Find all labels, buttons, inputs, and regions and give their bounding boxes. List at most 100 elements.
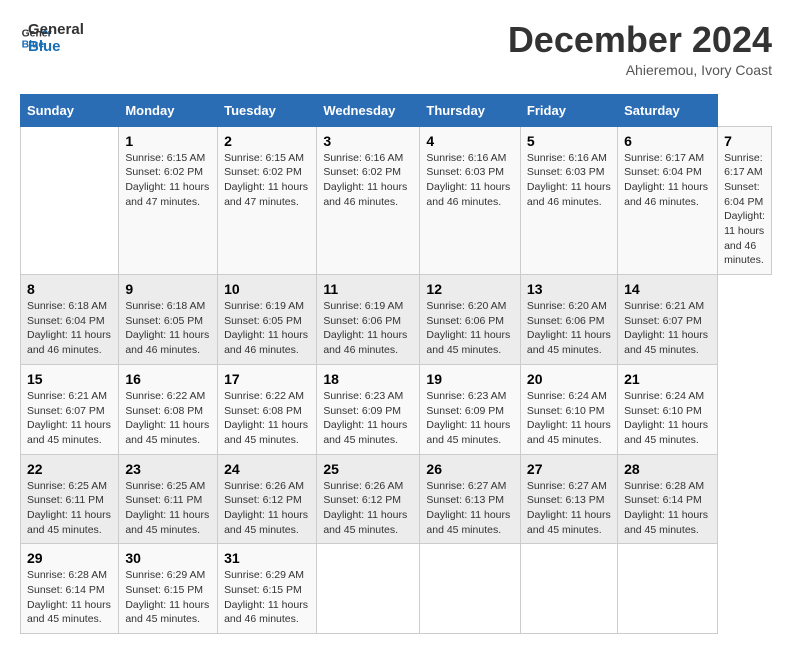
day-info: Sunrise: 6:23 AMSunset: 6:09 PMDaylight:… <box>426 390 510 446</box>
header-monday: Monday <box>119 94 218 126</box>
day-number: 2 <box>224 133 310 149</box>
day-cell-26: 26 Sunrise: 6:27 AMSunset: 6:13 PMDayligh… <box>420 454 521 544</box>
day-cell-19: 19 Sunrise: 6:23 AMSunset: 6:09 PMDayligh… <box>420 364 521 454</box>
day-number: 27 <box>527 461 611 477</box>
day-info: Sunrise: 6:29 AMSunset: 6:15 PMDaylight:… <box>224 569 308 625</box>
day-cell-13: 13 Sunrise: 6:20 AMSunset: 6:06 PMDayligh… <box>520 275 617 365</box>
day-cell-18: 18 Sunrise: 6:23 AMSunset: 6:09 PMDayligh… <box>317 364 420 454</box>
day-number: 26 <box>426 461 514 477</box>
month-title: December 2024 <box>508 20 772 60</box>
day-info: Sunrise: 6:18 AMSunset: 6:05 PMDaylight:… <box>125 300 209 356</box>
logo-line1: General <box>28 22 84 39</box>
day-cell-1: 1Sunrise: 6:15 AMSunset: 6:02 PMDaylight… <box>119 126 218 275</box>
empty-cell <box>618 544 718 634</box>
day-info: Sunrise: 6:16 AMSunset: 6:02 PMDaylight:… <box>323 152 407 208</box>
day-number: 1 <box>125 133 211 149</box>
day-number: 4 <box>426 133 514 149</box>
week-row-3: 15 Sunrise: 6:21 AMSunset: 6:07 PMDayligh… <box>21 364 772 454</box>
header-friday: Friday <box>520 94 617 126</box>
day-cell-22: 22 Sunrise: 6:25 AMSunset: 6:11 PMDayligh… <box>21 454 119 544</box>
day-info: Sunrise: 6:16 AMSunset: 6:03 PMDaylight:… <box>426 152 510 208</box>
day-number: 14 <box>624 281 711 297</box>
day-cell-15: 15 Sunrise: 6:21 AMSunset: 6:07 PMDayligh… <box>21 364 119 454</box>
day-number: 31 <box>224 550 310 566</box>
day-number: 5 <box>527 133 611 149</box>
day-number: 18 <box>323 371 413 387</box>
day-number: 21 <box>624 371 711 387</box>
day-info: Sunrise: 6:22 AMSunset: 6:08 PMDaylight:… <box>224 390 308 446</box>
day-info: Sunrise: 6:28 AMSunset: 6:14 PMDaylight:… <box>27 569 111 625</box>
day-number: 22 <box>27 461 112 477</box>
day-cell-17: 17 Sunrise: 6:22 AMSunset: 6:08 PMDayligh… <box>218 364 317 454</box>
day-number: 6 <box>624 133 711 149</box>
day-cell-3: 3 Sunrise: 6:16 AMSunset: 6:02 PMDaylight… <box>317 126 420 275</box>
day-info: Sunrise: 6:18 AMSunset: 6:04 PMDaylight:… <box>27 300 111 356</box>
day-info: Sunrise: 6:29 AMSunset: 6:15 PMDaylight:… <box>125 569 209 625</box>
empty-cell <box>520 544 617 634</box>
day-cell-20: 20 Sunrise: 6:24 AMSunset: 6:10 PMDayligh… <box>520 364 617 454</box>
day-cell-29: 29 Sunrise: 6:28 AMSunset: 6:14 PMDayligh… <box>21 544 119 634</box>
day-number: 7 <box>724 133 765 149</box>
day-number: 12 <box>426 281 514 297</box>
day-info: Sunrise: 6:19 AMSunset: 6:06 PMDaylight:… <box>323 300 407 356</box>
day-cell-16: 16 Sunrise: 6:22 AMSunset: 6:08 PMDayligh… <box>119 364 218 454</box>
day-number: 11 <box>323 281 413 297</box>
day-number: 24 <box>224 461 310 477</box>
day-cell-14: 14Sunrise: 6:21 AMSunset: 6:07 PMDayligh… <box>618 275 718 365</box>
day-number: 3 <box>323 133 413 149</box>
day-number: 13 <box>527 281 611 297</box>
day-info: Sunrise: 6:26 AMSunset: 6:12 PMDaylight:… <box>323 480 407 536</box>
day-number: 29 <box>27 550 112 566</box>
header-wednesday: Wednesday <box>317 94 420 126</box>
day-info: Sunrise: 6:17 AMSunset: 6:04 PMDaylight:… <box>624 152 708 208</box>
day-number: 20 <box>527 371 611 387</box>
day-number: 19 <box>426 371 514 387</box>
day-cell-10: 10 Sunrise: 6:19 AMSunset: 6:05 PMDayligh… <box>218 275 317 365</box>
day-info: Sunrise: 6:20 AMSunset: 6:06 PMDaylight:… <box>527 300 611 356</box>
day-number: 25 <box>323 461 413 477</box>
day-info: Sunrise: 6:17 AMSunset: 6:04 PMDaylight:… <box>724 152 765 267</box>
day-info: Sunrise: 6:23 AMSunset: 6:09 PMDaylight:… <box>323 390 407 446</box>
day-cell-24: 24 Sunrise: 6:26 AMSunset: 6:12 PMDayligh… <box>218 454 317 544</box>
empty-cell <box>420 544 521 634</box>
day-cell-30: 30 Sunrise: 6:29 AMSunset: 6:15 PMDayligh… <box>119 544 218 634</box>
day-info: Sunrise: 6:25 AMSunset: 6:11 PMDaylight:… <box>27 480 111 536</box>
day-info: Sunrise: 6:20 AMSunset: 6:06 PMDaylight:… <box>426 300 510 356</box>
day-number: 23 <box>125 461 211 477</box>
day-cell-7: 7 Sunrise: 6:17 AMSunset: 6:04 PMDaylight… <box>718 126 772 275</box>
empty-cell <box>21 126 119 275</box>
day-cell-4: 4 Sunrise: 6:16 AMSunset: 6:03 PMDaylight… <box>420 126 521 275</box>
day-number: 17 <box>224 371 310 387</box>
header-thursday: Thursday <box>420 94 521 126</box>
week-row-4: 22 Sunrise: 6:25 AMSunset: 6:11 PMDayligh… <box>21 454 772 544</box>
day-number: 15 <box>27 371 112 387</box>
empty-cell <box>317 544 420 634</box>
day-info: Sunrise: 6:27 AMSunset: 6:13 PMDaylight:… <box>426 480 510 536</box>
day-cell-11: 11 Sunrise: 6:19 AMSunset: 6:06 PMDayligh… <box>317 275 420 365</box>
title-block: December 2024 Ahieremou, Ivory Coast <box>508 20 772 78</box>
header-tuesday: Tuesday <box>218 94 317 126</box>
day-number: 10 <box>224 281 310 297</box>
day-number: 16 <box>125 371 211 387</box>
day-number: 28 <box>624 461 711 477</box>
page-header: General Blue General Blue December 2024 … <box>20 20 772 78</box>
day-cell-5: 5Sunrise: 6:16 AMSunset: 6:03 PMDaylight… <box>520 126 617 275</box>
day-cell-25: 25 Sunrise: 6:26 AMSunset: 6:12 PMDayligh… <box>317 454 420 544</box>
day-number: 9 <box>125 281 211 297</box>
header-saturday: Saturday <box>618 94 718 126</box>
logo: General Blue General Blue <box>20 20 84 55</box>
day-info: Sunrise: 6:25 AMSunset: 6:11 PMDaylight:… <box>125 480 209 536</box>
day-info: Sunrise: 6:24 AMSunset: 6:10 PMDaylight:… <box>527 390 611 446</box>
day-info: Sunrise: 6:15 AMSunset: 6:02 PMDaylight:… <box>224 152 308 208</box>
day-info: Sunrise: 6:21 AMSunset: 6:07 PMDaylight:… <box>27 390 111 446</box>
calendar-table: SundayMondayTuesdayWednesdayThursdayFrid… <box>20 94 772 635</box>
day-number: 8 <box>27 281 112 297</box>
location-subtitle: Ahieremou, Ivory Coast <box>508 62 772 78</box>
day-info: Sunrise: 6:19 AMSunset: 6:05 PMDaylight:… <box>224 300 308 356</box>
day-cell-21: 21Sunrise: 6:24 AMSunset: 6:10 PMDayligh… <box>618 364 718 454</box>
day-number: 30 <box>125 550 211 566</box>
day-cell-8: 8 Sunrise: 6:18 AMSunset: 6:04 PMDaylight… <box>21 275 119 365</box>
day-info: Sunrise: 6:26 AMSunset: 6:12 PMDaylight:… <box>224 480 308 536</box>
day-info: Sunrise: 6:22 AMSunset: 6:08 PMDaylight:… <box>125 390 209 446</box>
day-cell-31: 31 Sunrise: 6:29 AMSunset: 6:15 PMDayligh… <box>218 544 317 634</box>
